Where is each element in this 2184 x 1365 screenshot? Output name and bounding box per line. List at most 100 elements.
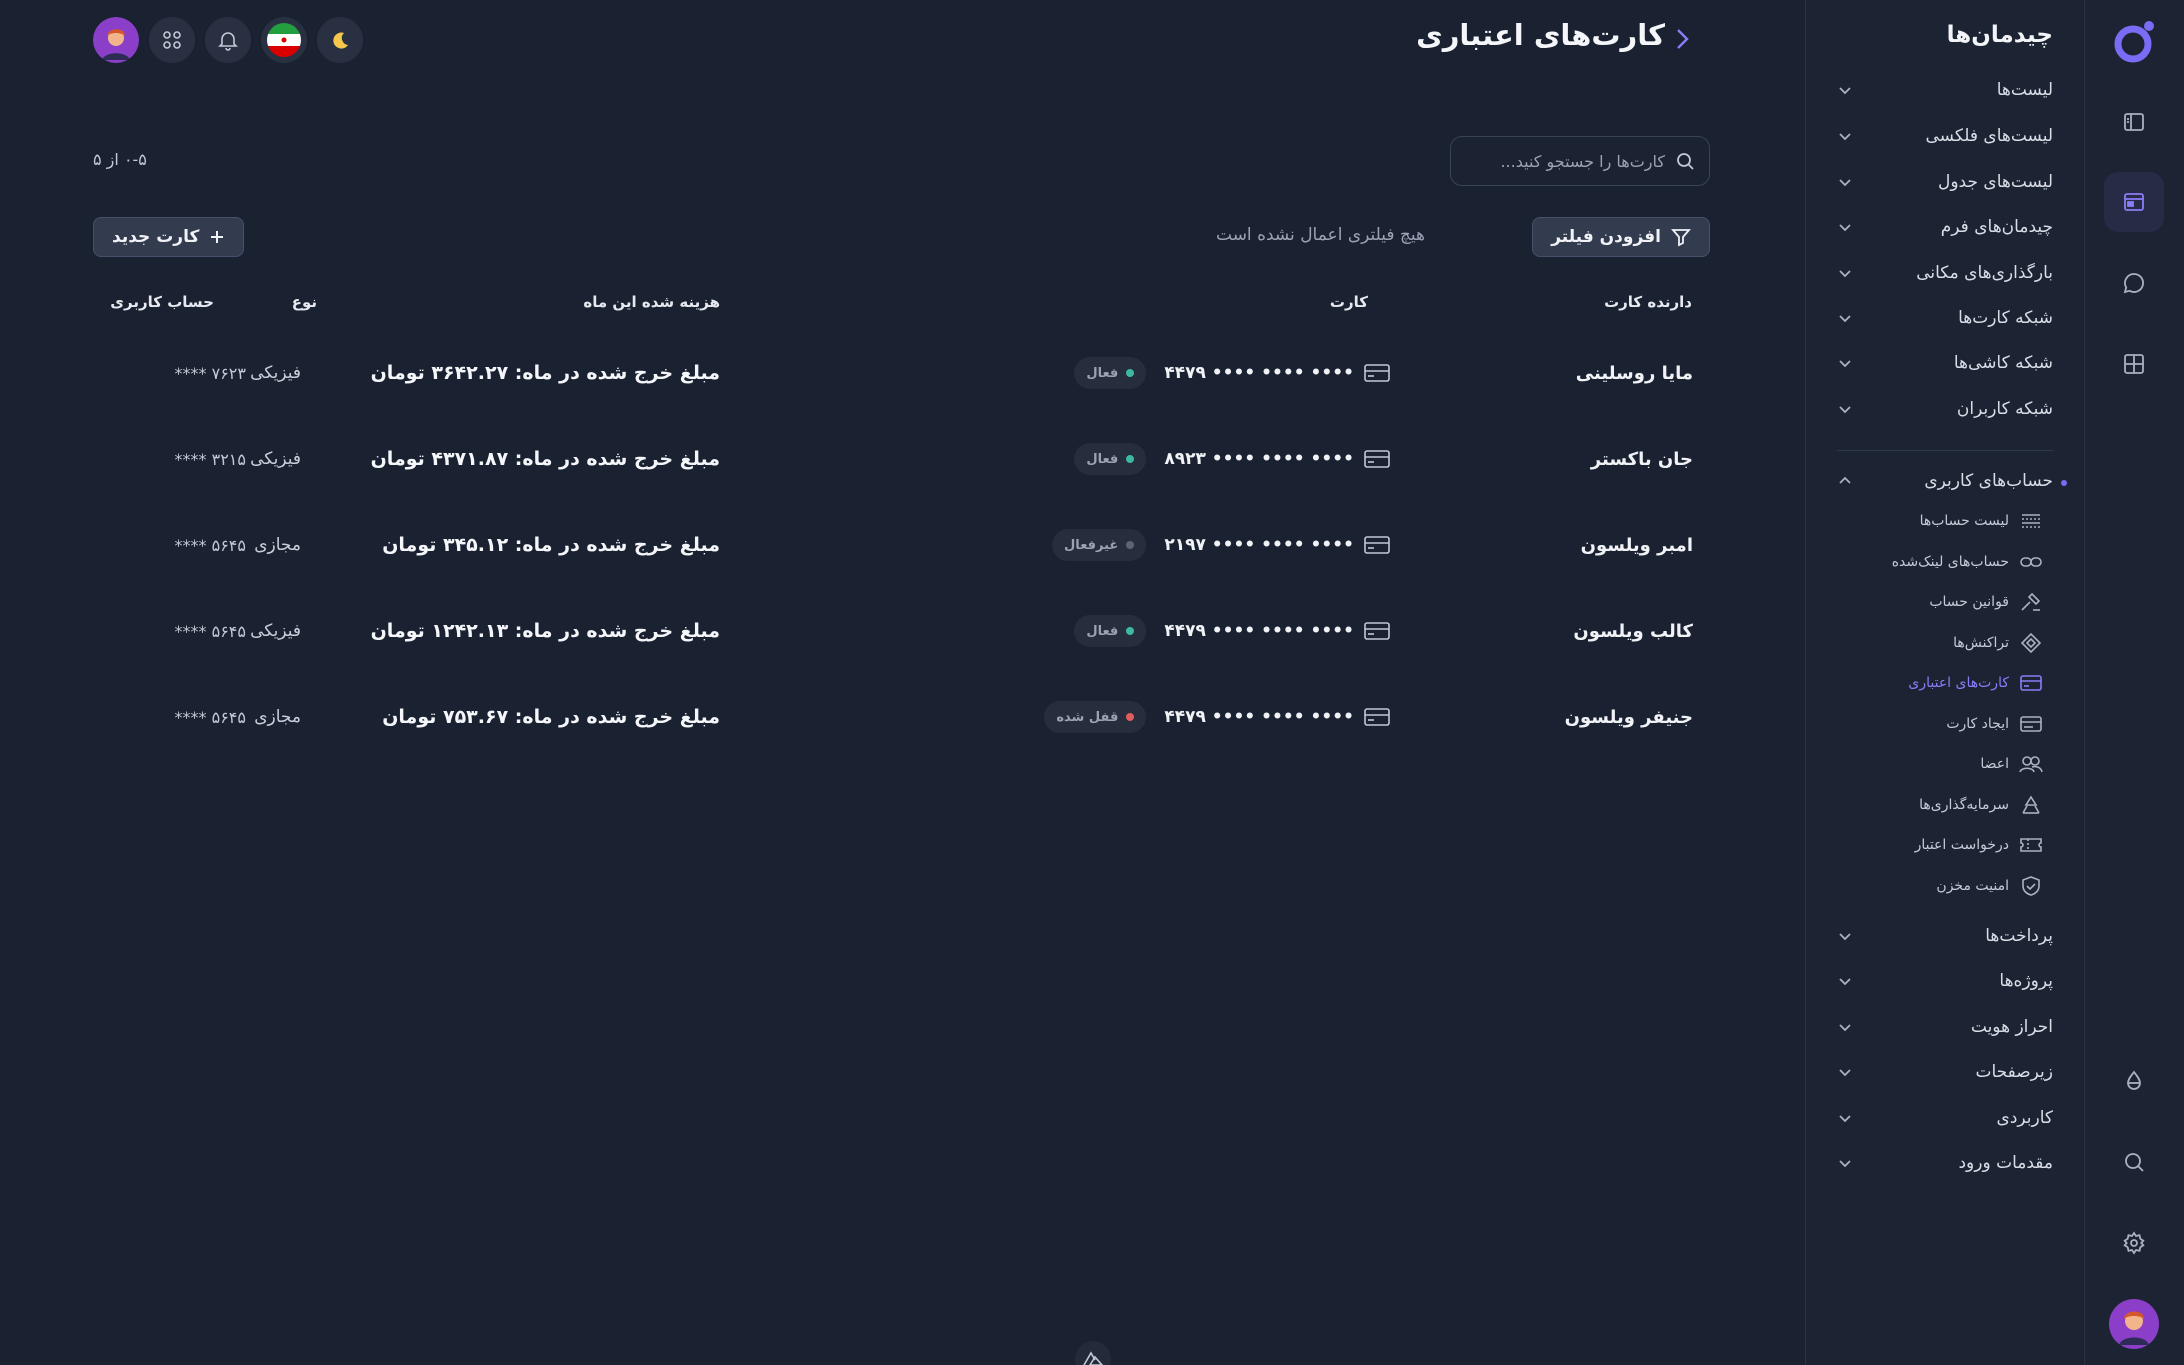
sidebar-sub-create-card[interactable]: ایجاد کارت <box>1946 711 2043 737</box>
new-card-label: کارت جدید <box>112 227 200 247</box>
credit-card-icon <box>1364 622 1390 640</box>
users-icon <box>2019 756 2043 773</box>
sidebar-sub-account-list[interactable]: لیست حساب‌ها <box>1920 508 2043 534</box>
linked-account: **** ۵۶۴۵ <box>174 621 246 641</box>
brand-logo-icon[interactable] <box>2111 18 2157 64</box>
pagination-info: ۰-۵ از ۵ <box>93 150 147 169</box>
status-dot <box>1126 369 1135 377</box>
linked-account: **** ۵۶۴۵ <box>174 535 246 555</box>
card-holder-name[interactable]: امبر ویلسون <box>1581 502 1693 588</box>
recycle-icon <box>2022 795 2040 814</box>
credit-card-icon <box>1364 364 1390 382</box>
sidebar-sub-label: لیست حساب‌ها <box>1919 513 2009 529</box>
sidebar-group-accounts[interactable]: حساب‌های کاربری <box>1837 466 2053 496</box>
column-header-spent: هزینه شده این ماه <box>583 293 720 311</box>
user-avatar-icon[interactable] <box>2109 1299 2159 1349</box>
card-type: مجازی <box>254 535 301 555</box>
sidebar-item-label: لیست‌ها <box>1996 80 2053 100</box>
search-box[interactable] <box>1450 136 1710 186</box>
sidebar-sub-label: حساب‌های لینک‌شده <box>1891 554 2009 570</box>
notifications-button[interactable] <box>205 17 251 63</box>
card-holder-name[interactable]: کالب ویلسون <box>1573 588 1693 674</box>
sidebar-item-flex-lists[interactable]: لیست‌های فلکسی <box>1837 121 2053 151</box>
add-filter-button[interactable]: افزودن فیلتر <box>1532 217 1710 257</box>
sidebar-sub-linked-accounts[interactable]: حساب‌های لینک‌شده <box>1892 549 2043 575</box>
chat-icon[interactable] <box>2104 253 2164 313</box>
sidebar-sub-credit-cards[interactable]: کارت‌های اعتباری <box>1908 670 2043 696</box>
sidebar-item-projects[interactable]: پروژه‌ها <box>1837 966 2053 996</box>
new-card-button[interactable]: کارت جدید <box>93 217 245 257</box>
sidebar-sub-label: کارت‌های اعتباری <box>1908 675 2009 691</box>
sidebar-item-payments[interactable]: پرداخت‌ها <box>1837 921 2053 951</box>
sidebar-item-label: لیست‌های فلکسی <box>1925 126 2054 146</box>
sidebar-sub-account-rules[interactable]: قوانین حساب <box>1929 589 2043 615</box>
transactions-icon <box>2020 633 2042 653</box>
layouts-icon[interactable] <box>2104 172 2164 232</box>
status-dot <box>1126 627 1135 635</box>
table-row[interactable]: جنیفر ویلسون •••• •••• •••• ۴۴۷۹ قفل شده… <box>93 674 1713 760</box>
filter-icon <box>1671 229 1691 247</box>
chevron-down-icon <box>1839 978 1851 986</box>
sidebar-item-utility[interactable]: کاربردی <box>1837 1103 2053 1133</box>
sidebar-sub-label: سرمایه‌گذاری‌ها <box>1919 797 2009 813</box>
theme-toggle-button[interactable] <box>317 17 363 63</box>
chevron-right-icon[interactable] <box>1669 26 1695 52</box>
chevron-down-icon <box>1839 87 1851 95</box>
search-icon[interactable] <box>2104 1132 2164 1192</box>
profile-avatar-icon[interactable] <box>93 17 139 63</box>
chevron-down-icon <box>1839 1115 1851 1123</box>
chevron-down-icon <box>1839 179 1851 187</box>
status-badge: فعال <box>1074 443 1147 475</box>
sidebar-sub-members[interactable]: اعضا <box>1980 751 2043 777</box>
sidebar-item-label: حساب‌های کاربری <box>1924 471 2053 491</box>
sidebar-item-tile-grid[interactable]: شبکه کاشی‌ها <box>1837 348 2053 378</box>
sidebar-sub-label: ایجاد کارت <box>1946 716 2009 732</box>
sidebar-item-onboarding[interactable]: مقدمات ورود <box>1837 1148 2053 1178</box>
link-icon <box>2020 557 2042 567</box>
sidebar-toggle-icon[interactable] <box>2104 92 2164 152</box>
chevron-up-icon <box>1839 476 1851 484</box>
apps-button[interactable] <box>149 17 195 63</box>
grid-icon[interactable] <box>2104 334 2164 394</box>
monthly-spent: مبلغ خرج شده در ماه: ۳۶۴۲.۲۷ تومان <box>370 362 720 384</box>
sidebar-item-card-grid[interactable]: شبکه کارت‌ها <box>1837 303 2053 333</box>
sidebar-item-table-lists[interactable]: لیست‌های جدول <box>1837 167 2053 197</box>
credit-card-icon <box>1364 536 1390 554</box>
sidebar-item-label: مقدمات ورود <box>1958 1153 2053 1173</box>
sidebar-sub-transactions[interactable]: تراکنش‌ها <box>1953 630 2043 656</box>
status-text: فعال <box>1086 623 1119 639</box>
moon-icon <box>333 32 348 49</box>
table-row[interactable]: مایا روسلینی •••• •••• •••• ۴۴۷۹ فعال مب… <box>93 330 1713 416</box>
sidebar-item-authentication[interactable]: احراز هویت <box>1837 1012 2053 1042</box>
devtools-button[interactable] <box>1075 1341 1111 1365</box>
card-holder-name[interactable]: جنیفر ویلسون <box>1565 674 1693 760</box>
table-row[interactable]: جان باکستر •••• •••• •••• ۸۹۲۳ فعال مبلغ… <box>93 416 1713 502</box>
table-row[interactable]: امبر ویلسون •••• •••• •••• ۲۱۹۷ غیرفعال … <box>93 502 1713 588</box>
status-badge: فعال <box>1074 615 1147 647</box>
linked-account: **** ۷۶۲۳ <box>174 363 246 383</box>
theme-drop-icon[interactable] <box>2104 1051 2164 1111</box>
sidebar-sub-vault-security[interactable]: امنیت مخزن <box>1936 873 2043 899</box>
iran-flag-icon[interactable] <box>261 17 307 63</box>
status-dot <box>1126 713 1135 721</box>
settings-gear-icon[interactable] <box>2104 1213 2164 1273</box>
sidebar-item-label: شبکه کاشی‌ها <box>1953 353 2053 373</box>
sidebar-item-subpages[interactable]: زیرصفحات <box>1837 1057 2053 1087</box>
card-holder-name[interactable]: مایا روسلینی <box>1576 330 1693 416</box>
ticket-icon <box>2020 838 2042 852</box>
sidebar-item-label: شبکه کاربران <box>1956 399 2053 419</box>
card-holder-name[interactable]: جان باکستر <box>1591 416 1693 502</box>
sidebar-item-lists[interactable]: لیست‌ها <box>1837 75 2053 105</box>
main-content: کارت‌های اعتباری <box>0 0 1805 1365</box>
card-cell: •••• •••• •••• ۴۴۷۹ فعال <box>1074 330 1390 416</box>
sidebar-item-placeloads[interactable]: بارگذاری‌های مکانی <box>1837 258 2053 288</box>
sidebar-item-form-layouts[interactable]: چیدمان‌های فرم <box>1837 212 2053 242</box>
sidebar-item-user-grid[interactable]: شبکه کاربران <box>1837 394 2053 424</box>
table-row[interactable]: کالب ویلسون •••• •••• •••• ۴۴۷۹ فعال مبل… <box>93 588 1713 674</box>
card-plus-icon <box>2020 716 2042 732</box>
sidebar-sub-investments[interactable]: سرمایه‌گذاری‌ها <box>1919 792 2043 818</box>
linked-account: **** ۳۲۱۵ <box>174 449 246 469</box>
linked-account: **** ۵۶۴۵ <box>174 707 246 727</box>
search-input[interactable] <box>1465 151 1665 171</box>
sidebar-sub-credit-request[interactable]: درخواست اعتبار <box>1915 832 2043 858</box>
